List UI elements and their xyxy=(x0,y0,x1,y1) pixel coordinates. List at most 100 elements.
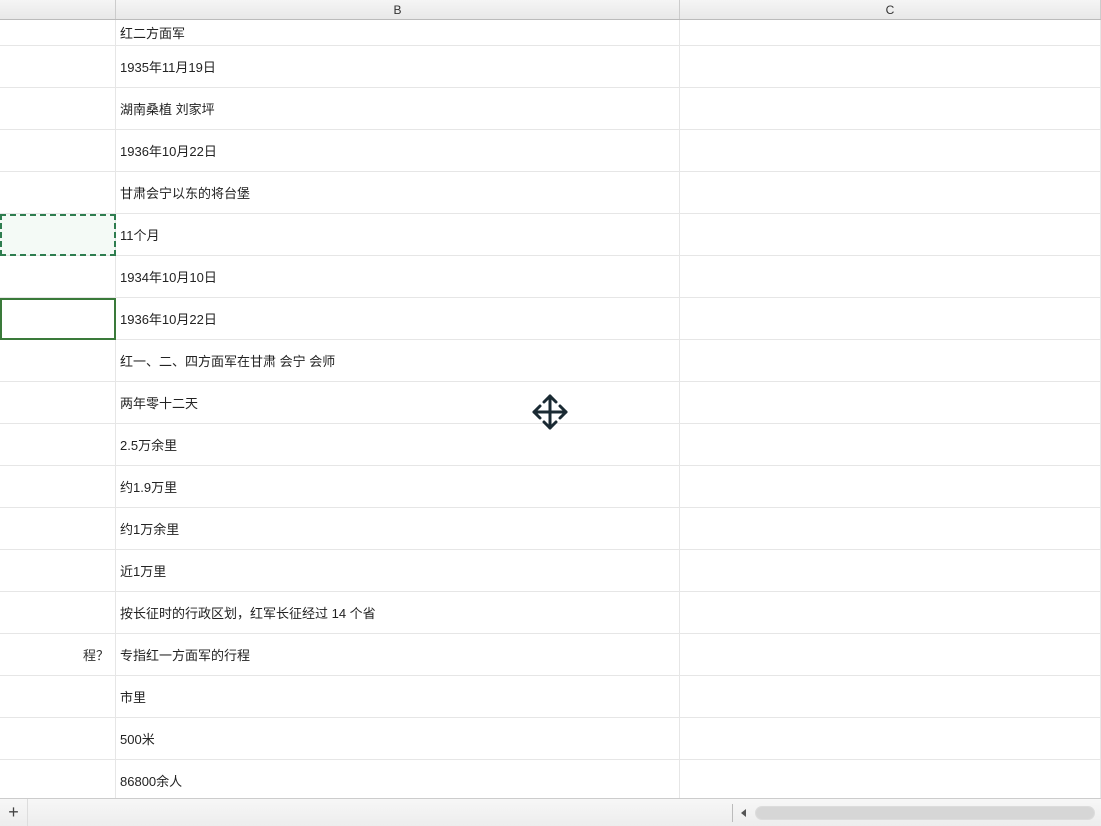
scroll-separator xyxy=(732,804,733,822)
cell-b-text: 500米 xyxy=(120,729,155,748)
cell-a[interactable] xyxy=(0,256,116,297)
cell-b[interactable]: 甘肃会宁以东的将台堡 xyxy=(116,172,680,213)
table-row: 甘肃会宁以东的将台堡 xyxy=(0,172,1101,214)
cell-b-text: 甘肃会宁以东的将台堡 xyxy=(120,183,250,202)
cell-c[interactable] xyxy=(680,256,1101,297)
cell-b[interactable]: 红二方面军 xyxy=(116,20,680,45)
cell-a[interactable] xyxy=(0,46,116,87)
cell-b-text: 近1万里 xyxy=(120,561,166,580)
horizontal-scrollbar[interactable] xyxy=(755,806,1095,820)
table-row: 11个月 xyxy=(0,214,1101,256)
add-sheet-button[interactable]: + xyxy=(0,799,28,826)
table-row: 红一、二、四方面军在甘肃 会宁 会师 xyxy=(0,340,1101,382)
cell-b[interactable]: 1934年10月10日 xyxy=(116,256,680,297)
cell-c[interactable] xyxy=(680,46,1101,87)
cell-b-text: 按长征时的行政区划，红军长征经过 14 个省 xyxy=(120,603,376,622)
cell-b-text: 湖南桑植 刘家坪 xyxy=(120,99,215,118)
grid-area[interactable]: 红二方面军1935年11月19日湖南桑植 刘家坪1936年10月22日甘肃会宁以… xyxy=(0,20,1101,798)
cell-b-text: 市里 xyxy=(120,687,146,706)
cell-b-text: 约1.9万里 xyxy=(120,477,177,496)
cell-a[interactable] xyxy=(0,130,116,171)
cell-a[interactable] xyxy=(0,592,116,633)
cell-a[interactable] xyxy=(0,424,116,465)
cell-b[interactable]: 1936年10月22日 xyxy=(116,298,680,339)
cell-a[interactable] xyxy=(0,676,116,717)
cell-b[interactable]: 11个月 xyxy=(116,214,680,255)
cell-b-text: 红一、二、四方面军在甘肃 会宁 会师 xyxy=(120,351,335,370)
column-header-a[interactable] xyxy=(0,0,116,19)
table-row: 两年零十二天 xyxy=(0,382,1101,424)
cell-b[interactable]: 1935年11月19日 xyxy=(116,46,680,87)
cell-c[interactable] xyxy=(680,298,1101,339)
cell-c[interactable] xyxy=(680,130,1101,171)
cell-b-text: 2.5万余里 xyxy=(120,435,177,454)
add-sheet-label: + xyxy=(8,802,19,823)
cell-b-text: 约1万余里 xyxy=(120,519,179,538)
cell-b[interactable]: 两年零十二天 xyxy=(116,382,680,423)
cell-c[interactable] xyxy=(680,214,1101,255)
cell-c[interactable] xyxy=(680,382,1101,423)
cell-c[interactable] xyxy=(680,508,1101,549)
cell-b[interactable]: 86800余人 xyxy=(116,760,680,798)
cell-c[interactable] xyxy=(680,676,1101,717)
cell-b[interactable]: 红一、二、四方面军在甘肃 会宁 会师 xyxy=(116,340,680,381)
cell-a[interactable] xyxy=(0,466,116,507)
cell-b-text: 1935年11月19日 xyxy=(120,57,216,76)
cell-b[interactable]: 近1万里 xyxy=(116,550,680,591)
cell-c[interactable] xyxy=(680,172,1101,213)
table-row: 按长征时的行政区划，红军长征经过 14 个省 xyxy=(0,592,1101,634)
cell-c[interactable] xyxy=(680,760,1101,798)
table-row: 约1万余里 xyxy=(0,508,1101,550)
cell-c[interactable] xyxy=(680,634,1101,675)
cell-b[interactable]: 按长征时的行政区划，红军长征经过 14 个省 xyxy=(116,592,680,633)
cell-b[interactable]: 专指红一方面军的行程 xyxy=(116,634,680,675)
cell-b-text: 11个月 xyxy=(120,225,160,244)
cell-b[interactable]: 1936年10月22日 xyxy=(116,130,680,171)
cell-b-text: 1934年10月10日 xyxy=(120,267,217,286)
column-header-b[interactable]: B xyxy=(116,0,680,19)
cell-b-text: 专指红一方面军的行程 xyxy=(120,645,250,664)
cell-a[interactable] xyxy=(0,718,116,759)
cell-c[interactable] xyxy=(680,88,1101,129)
spreadsheet-viewport: B C 红二方面军1935年11月19日湖南桑植 刘家坪1936年10月22日甘… xyxy=(0,0,1101,826)
bottom-bar: + xyxy=(0,798,1101,826)
cell-b[interactable]: 市里 xyxy=(116,676,680,717)
cell-a[interactable] xyxy=(0,298,116,339)
cell-a[interactable] xyxy=(0,550,116,591)
cell-c[interactable] xyxy=(680,424,1101,465)
column-header-c-label: C xyxy=(886,3,895,17)
cell-a[interactable] xyxy=(0,172,116,213)
cell-b[interactable]: 约1万余里 xyxy=(116,508,680,549)
table-row: 市里 xyxy=(0,676,1101,718)
cell-a[interactable] xyxy=(0,508,116,549)
horizontal-scrollbar-thumb[interactable] xyxy=(756,807,1094,819)
cell-b[interactable]: 500米 xyxy=(116,718,680,759)
cell-a[interactable] xyxy=(0,214,116,255)
cell-b-text: 1936年10月22日 xyxy=(120,141,217,160)
table-row: 约1.9万里 xyxy=(0,466,1101,508)
cell-c[interactable] xyxy=(680,20,1101,45)
cell-c[interactable] xyxy=(680,340,1101,381)
cell-a[interactable]: 程？ xyxy=(0,634,116,675)
cell-a[interactable] xyxy=(0,760,116,798)
cell-c[interactable] xyxy=(680,592,1101,633)
cell-c[interactable] xyxy=(680,466,1101,507)
cell-b[interactable]: 2.5万余里 xyxy=(116,424,680,465)
table-row: 近1万里 xyxy=(0,550,1101,592)
cell-a[interactable] xyxy=(0,340,116,381)
column-header-row: B C xyxy=(0,0,1101,20)
cell-a[interactable] xyxy=(0,382,116,423)
table-row: 红二方面军 xyxy=(0,20,1101,46)
table-row: 程？专指红一方面军的行程 xyxy=(0,634,1101,676)
table-row: 湖南桑植 刘家坪 xyxy=(0,88,1101,130)
cell-c[interactable] xyxy=(680,550,1101,591)
cell-b[interactable]: 约1.9万里 xyxy=(116,466,680,507)
cell-b-text: 1936年10月22日 xyxy=(120,309,217,328)
cell-a[interactable] xyxy=(0,88,116,129)
column-header-c[interactable]: C xyxy=(680,0,1101,19)
scroll-left-arrow-icon[interactable] xyxy=(737,806,751,820)
cell-a[interactable] xyxy=(0,20,116,45)
table-row: 86800余人 xyxy=(0,760,1101,798)
cell-c[interactable] xyxy=(680,718,1101,759)
cell-b[interactable]: 湖南桑植 刘家坪 xyxy=(116,88,680,129)
